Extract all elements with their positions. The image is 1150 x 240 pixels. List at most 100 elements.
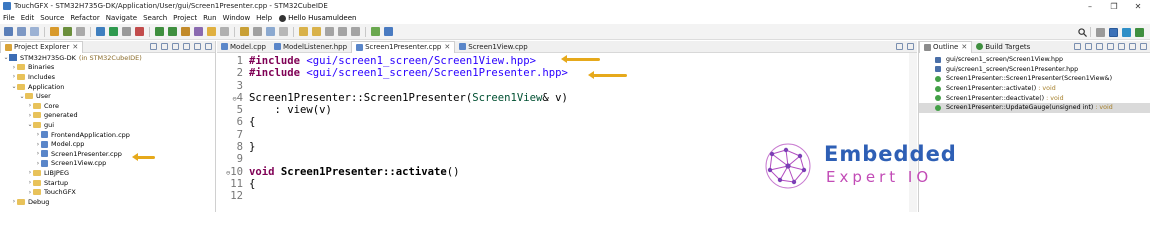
tree-item[interactable]: › Includes xyxy=(0,72,215,82)
new-icon[interactable] xyxy=(4,27,13,36)
minimize-view-icon[interactable] xyxy=(194,43,201,50)
code-gen-icon[interactable] xyxy=(122,27,131,36)
last-edit-icon[interactable] xyxy=(325,27,334,36)
user-greeting[interactable]: Hello Husamuldeen xyxy=(275,14,356,22)
external-tools-icon[interactable] xyxy=(181,27,190,36)
cut-icon[interactable] xyxy=(76,27,85,36)
menu-search[interactable]: Search xyxy=(140,14,170,22)
minimize-editor-icon[interactable] xyxy=(896,43,903,50)
code-line[interactable]: 2 #include <gui/screen1_screen/Screen1Pre… xyxy=(217,67,917,79)
prev-annotation-icon[interactable] xyxy=(312,27,321,36)
tree-item[interactable]: › Screen1Presenter.cpp xyxy=(0,149,215,159)
code-line[interactable]: 6{ xyxy=(217,116,917,128)
word-wrap-icon[interactable] xyxy=(266,27,275,36)
tree-item[interactable]: › Binaries xyxy=(0,63,215,73)
save-all-icon[interactable] xyxy=(30,27,39,36)
search-toolbar-icon[interactable] xyxy=(220,27,229,36)
code-line[interactable]: ⊖4 Screen1Presenter::Screen1Presenter(Scr… xyxy=(217,92,917,104)
open-folder-icon[interactable] xyxy=(207,27,216,36)
tree-item[interactable]: › Screen1View.cpp xyxy=(0,159,215,169)
outline-item[interactable]: Screen1Presenter::UpdateGauge(unsigned i… xyxy=(919,102,1150,113)
manage-configs-icon[interactable] xyxy=(63,27,72,36)
editor-tab[interactable]: Model.cpp xyxy=(217,41,270,53)
hide-fields-icon[interactable] xyxy=(1085,43,1092,50)
tab-build-targets[interactable]: Build Targets xyxy=(972,41,1034,53)
tree-item[interactable]: › Startup xyxy=(0,178,215,188)
menu-navigate[interactable]: Navigate xyxy=(103,14,140,22)
close-button[interactable]: ✕ xyxy=(1126,0,1150,12)
view-menu-icon[interactable] xyxy=(1129,43,1136,50)
tab-outline[interactable]: Outline ✕ xyxy=(919,40,973,53)
toggle-mark-icon[interactable] xyxy=(253,27,262,36)
minimize-view-icon[interactable] xyxy=(1140,43,1147,50)
maximize-button[interactable]: ❐ xyxy=(1102,0,1126,12)
menu-project[interactable]: Project xyxy=(170,14,200,22)
code-line[interactable]: 5 : view(v) xyxy=(217,104,917,116)
open-perspective-icon[interactable] xyxy=(1096,27,1105,37)
close-icon[interactable]: ✕ xyxy=(444,43,450,51)
pin-editor-icon[interactable] xyxy=(371,27,380,36)
open-type-icon[interactable] xyxy=(194,27,203,36)
run-config-icon[interactable] xyxy=(168,27,177,36)
code-line[interactable]: 1 #include <gui/screen1_screen/Screen1Vie… xyxy=(217,55,917,67)
menu-edit[interactable]: Edit xyxy=(18,14,38,22)
group-includes-icon[interactable] xyxy=(1118,43,1125,50)
sort-icon[interactable] xyxy=(1074,43,1081,50)
search-icon[interactable] xyxy=(1078,27,1087,37)
close-icon[interactable]: ✕ xyxy=(72,43,78,51)
tree-item[interactable]: › Core xyxy=(0,101,215,111)
hide-nonpublic-icon[interactable] xyxy=(1107,43,1114,50)
debug-icon[interactable] xyxy=(109,27,118,36)
tree-item[interactable]: ⌄ User xyxy=(0,91,215,101)
maximize-editor-icon[interactable] xyxy=(907,43,914,50)
tree-item[interactable]: › LIBJPEG xyxy=(0,168,215,178)
menu-source[interactable]: Source xyxy=(37,14,67,22)
back-icon[interactable] xyxy=(338,27,347,36)
tab-project-explorer[interactable]: Project Explorer ✕ xyxy=(0,40,84,53)
minimize-button[interactable]: – xyxy=(1078,0,1102,12)
editor-tab[interactable]: Screen1Presenter.cpp ✕ xyxy=(351,40,456,53)
link-editor-icon[interactable] xyxy=(161,43,168,50)
tree-item[interactable]: › Debug xyxy=(0,197,215,207)
cpp-perspective-icon[interactable] xyxy=(1109,27,1118,37)
tree-item[interactable]: › FrontendApplication.cpp xyxy=(0,130,215,140)
hide-static-icon[interactable] xyxy=(1096,43,1103,50)
view-menu-icon[interactable] xyxy=(183,43,190,50)
menu-run[interactable]: Run xyxy=(200,14,219,22)
tree-item[interactable]: ⌄ gui xyxy=(0,120,215,130)
code-line[interactable]: 12 xyxy=(217,190,917,202)
annotation-icon[interactable] xyxy=(240,27,249,36)
tree-item[interactable]: › TouchGFX xyxy=(0,187,215,197)
filter-icon[interactable] xyxy=(172,43,179,50)
menu-file[interactable]: File xyxy=(0,14,18,22)
outline-item[interactable]: Screen1Presenter::Screen1Presenter(Scree… xyxy=(919,74,1150,84)
next-annotation-icon[interactable] xyxy=(299,27,308,36)
tree-item[interactable]: ⌄ STM32H735G-DK (in STM32CubeIDE) xyxy=(0,53,215,63)
stop-icon[interactable] xyxy=(135,27,144,36)
device-perspective-icon[interactable] xyxy=(1122,27,1131,37)
device-config-icon[interactable] xyxy=(96,27,105,36)
forward-icon[interactable] xyxy=(351,27,360,36)
build-icon[interactable] xyxy=(50,27,59,36)
menu-window[interactable]: Window xyxy=(220,14,254,22)
code-line[interactable]: 3 xyxy=(217,80,917,92)
editor-tab[interactable]: ModelListener.hpp xyxy=(270,41,351,53)
outline-item[interactable]: Screen1Presenter::deactivate(): void xyxy=(919,93,1150,103)
show-whitespace-icon[interactable] xyxy=(279,27,288,36)
menu-refactor[interactable]: Refactor xyxy=(67,14,102,22)
menu-help[interactable]: Help xyxy=(253,14,275,22)
outline-item[interactable]: gui/screen1_screen/Screen1Presenter.hpp xyxy=(919,65,1150,75)
debug-perspective-icon[interactable] xyxy=(1135,27,1144,37)
outline-item[interactable]: Screen1Presenter::activate(): void xyxy=(919,84,1150,94)
editor-tab[interactable]: Screen1View.cpp xyxy=(455,41,531,53)
collapse-all-icon[interactable] xyxy=(150,43,157,50)
tree-item[interactable]: ⌄ Application xyxy=(0,82,215,92)
close-icon[interactable]: ✕ xyxy=(961,43,967,51)
tree-item[interactable]: › generated xyxy=(0,111,215,121)
maximize-view-icon[interactable] xyxy=(205,43,212,50)
console-icon[interactable] xyxy=(384,27,393,36)
save-icon[interactable] xyxy=(17,27,26,36)
outline-item[interactable]: gui/screen1_screen/Screen1View.hpp xyxy=(919,55,1150,65)
tree-item[interactable]: › Model.cpp xyxy=(0,139,215,149)
run-icon[interactable] xyxy=(155,27,164,36)
